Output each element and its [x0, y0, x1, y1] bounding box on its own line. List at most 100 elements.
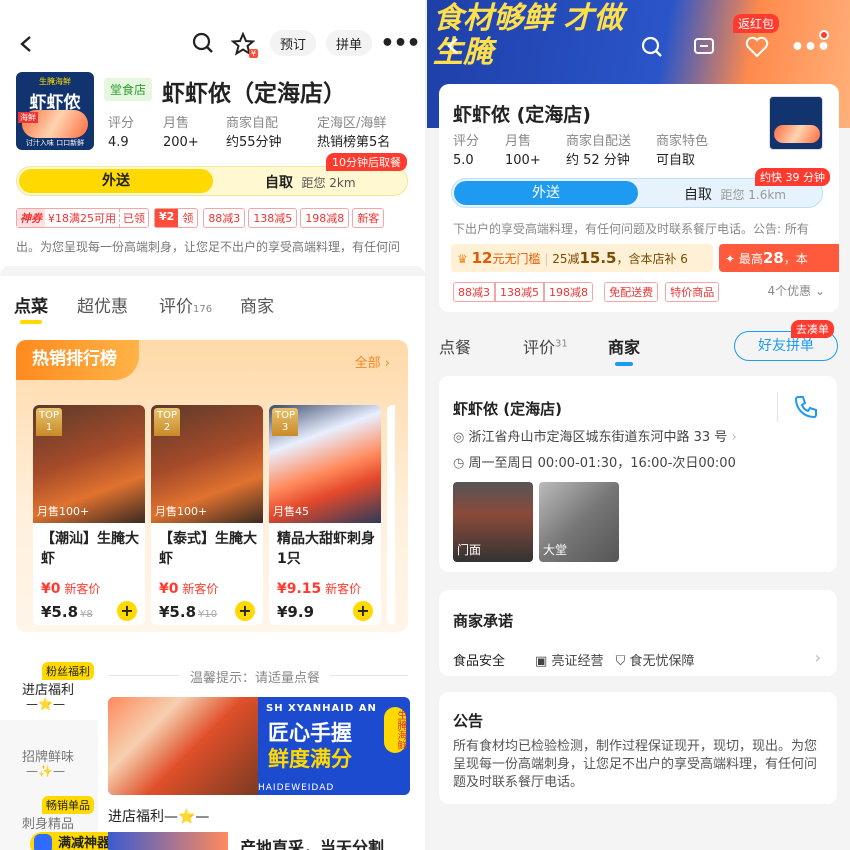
discount-tool-label: 满减神器	[58, 836, 111, 850]
banner-footer: HAIDEWEIDAD	[258, 783, 335, 793]
store-notice[interactable]: 出。为您呈现每一份高端刺身，让您足不出户的享受高端料理，有任何问	[16, 238, 416, 255]
reserve-button[interactable]: 预订	[270, 30, 316, 56]
more-offers-label: 4个优惠	[767, 284, 812, 298]
ranking-title: 热销排行榜	[16, 340, 139, 380]
dish-price: ¥5.8 ¥8	[41, 603, 93, 621]
tab-delivery[interactable]: 外送	[454, 181, 638, 205]
more-icon[interactable]: •••	[380, 30, 420, 56]
merchant-name: 虾虾侬 (定海店)	[453, 400, 562, 418]
phone-icon[interactable]	[789, 392, 823, 422]
add-to-cart-button[interactable]: +	[117, 601, 137, 621]
banner-headline-2: 鲜度满分	[268, 747, 352, 771]
license-icon: ▣	[535, 654, 548, 669]
dish-name: 【泰式】生腌大虾	[159, 531, 257, 567]
address-text: 浙江省舟山市定海区城东街道东河中路 33 号	[468, 430, 728, 445]
store-type-tag: 堂食店	[104, 78, 153, 101]
banner-caption: SH XYANHAID AN	[266, 703, 377, 714]
location-icon: ◎	[453, 430, 465, 445]
promise-item: 亮证经营	[551, 654, 604, 669]
max-tail: ，本	[783, 252, 808, 266]
divider	[777, 392, 778, 422]
announcement-card: 公告 所有食材均已检验检测，制作过程保证现开，现切，现出。为您呈现每一份高端刺身…	[439, 692, 837, 804]
dish-card[interactable]: TOP 1 月售100+ 【潮汕】生腌大虾 ¥0 新客价 ¥5.8 ¥8 +	[33, 405, 145, 625]
discount-tag: 88减3	[453, 282, 495, 302]
announcement-title: 公告	[453, 712, 484, 730]
deal-value: 15.5	[579, 249, 617, 267]
more-offers-link[interactable]: 4个优惠 ⌄	[767, 282, 825, 299]
store-logo	[769, 96, 823, 150]
favorite-heart-icon[interactable]	[743, 34, 771, 60]
chevron-right-icon: ›	[814, 648, 821, 667]
tab-deals[interactable]: 超优惠	[77, 292, 128, 317]
discount-tag: 88减3	[203, 208, 246, 228]
special-price-tag: 特价商品	[665, 282, 720, 302]
cashback-badge[interactable]: 返红包	[733, 14, 780, 33]
hall-photo[interactable]: 大堂	[539, 482, 619, 562]
back-icon[interactable]	[14, 32, 38, 56]
pickup-label: 自取	[684, 187, 712, 203]
order-tip: 温馨提示：请适量点餐	[180, 667, 331, 686]
dish-name: 【潮汕】生腌大虾	[41, 531, 139, 567]
tab-pickup[interactable]: 自取 距您 2km	[265, 172, 356, 192]
tab-merchant[interactable]: 商家	[608, 334, 640, 366]
pickup-distance: 距您 2km	[301, 176, 356, 190]
rank-badge: TOP 3	[272, 408, 298, 436]
dish-price: ¥9.9	[277, 603, 315, 621]
category-star: —✨—	[26, 764, 65, 778]
tab-reviews-label: 评价	[523, 338, 556, 357]
category-signature[interactable]: 招牌鲜味 —✨—	[0, 740, 98, 790]
max-discount-strip[interactable]: ✦ 最高28，本	[719, 244, 839, 272]
add-to-cart-button[interactable]: +	[235, 601, 255, 621]
pickup-label: 自取	[265, 175, 293, 191]
tab-merchant[interactable]: 商家	[240, 292, 274, 317]
photo-label: 门面	[457, 543, 482, 557]
bottom-dish-name[interactable]: 产地直采，当天分割	[240, 834, 384, 850]
back-icon[interactable]	[441, 34, 465, 58]
tab-pickup[interactable]: 自取 距您 1.6km	[684, 184, 786, 204]
tab-order[interactable]: 点菜	[14, 292, 48, 324]
coupon-2-value: ¥2	[155, 209, 179, 227]
dish-sold: 月售45	[273, 505, 309, 518]
message-icon[interactable]	[691, 34, 717, 60]
right-screen: 食材够鲜 才做生腌 返红包 ••• 虾虾侬 (定海店) 评分 5.0 月售 100+…	[427, 0, 850, 850]
search-icon[interactable]	[190, 30, 216, 56]
address-row[interactable]: ◎ 浙江省舟山市定海区城东街道东河中路 33 号 ›	[453, 426, 737, 445]
tab-order-label: 点菜	[14, 297, 48, 317]
new-customer-price: ¥9.15 新客价	[277, 581, 362, 597]
promo-banner[interactable]: SH XYANHAID AN 匠心手握 鲜度满分 生腌海鲜 HAIDEWEIDA…	[108, 697, 410, 795]
promise-item: 食无忧保障	[629, 654, 695, 669]
search-icon[interactable]	[639, 34, 665, 60]
tab-order[interactable]: 点餐	[439, 334, 471, 358]
stat-delivery-time: 商家自配 约55分钟	[226, 116, 282, 150]
super-coupon-value: ¥18满25可用	[48, 212, 116, 225]
super-coupon[interactable]: 神券 ¥18满25可用 已领	[16, 208, 149, 228]
notification-dot	[819, 30, 829, 40]
favorite-star-icon[interactable]: ¥	[228, 30, 258, 58]
store-card: 虾虾侬 (定海店) 评分 5.0 月售 100+ 商家自配送约 52 分钟 商家特色…	[439, 84, 839, 312]
discount-tag: 138减5	[495, 282, 544, 302]
group-order-button[interactable]: 拼单	[326, 30, 372, 56]
coupon-2[interactable]: ¥2 领	[154, 208, 199, 228]
hot-badge: 畅销单品	[42, 796, 94, 814]
stat-ranking[interactable]: 定海区/海鲜 热销榜第5名	[317, 114, 390, 152]
store-name: 虾虾侬（定海店）	[162, 81, 346, 107]
ranking-more-link[interactable]: 全部 ›	[355, 352, 390, 371]
max-value: 28	[762, 249, 784, 267]
merchant-promise-card[interactable]: 商家承诺 食品安全 ▣ 亮证经营 ⛉ 食无忧保障 ›	[439, 590, 837, 676]
promo-strip[interactable]: ♛ 12元无门槛 | 25减15.5，含本店补 6	[451, 244, 713, 272]
tab-reviews[interactable]: 评价176	[159, 292, 212, 317]
store-notice[interactable]: 下出户的享受高端料理，有任何问题及时联系餐厅电话。公告: 所有	[453, 220, 825, 237]
dish-card[interactable]: TOP 3 月售45 精品大甜虾刺身1只 ¥9.15 新客价 ¥9.9 +	[269, 405, 381, 625]
dish-name: 精品大甜虾刺身1只	[277, 531, 375, 567]
category-fans-welfare[interactable]: 粉丝福利 进店福利 —⭐—	[0, 650, 98, 720]
logo-slogan: 讨汁入味 口口新鲜	[25, 139, 85, 147]
tab-delivery[interactable]: 外送	[19, 169, 213, 193]
logo-subtitle: 生腌海鲜	[39, 77, 71, 86]
storefront-photo[interactable]: 门面	[453, 482, 533, 562]
add-to-cart-button[interactable]: +	[353, 601, 373, 621]
rank-badge: TOP 1	[36, 408, 62, 436]
tab-reviews[interactable]: 评价31	[523, 334, 568, 358]
stat-feature: 商家特色 可自取	[656, 134, 709, 168]
dish-card[interactable]: TOP 2 月售100+ 【泰式】生腌大虾 ¥0 新客价 ¥5.8 ¥10 +	[151, 405, 263, 625]
fans-badge: 粉丝福利	[42, 662, 94, 680]
